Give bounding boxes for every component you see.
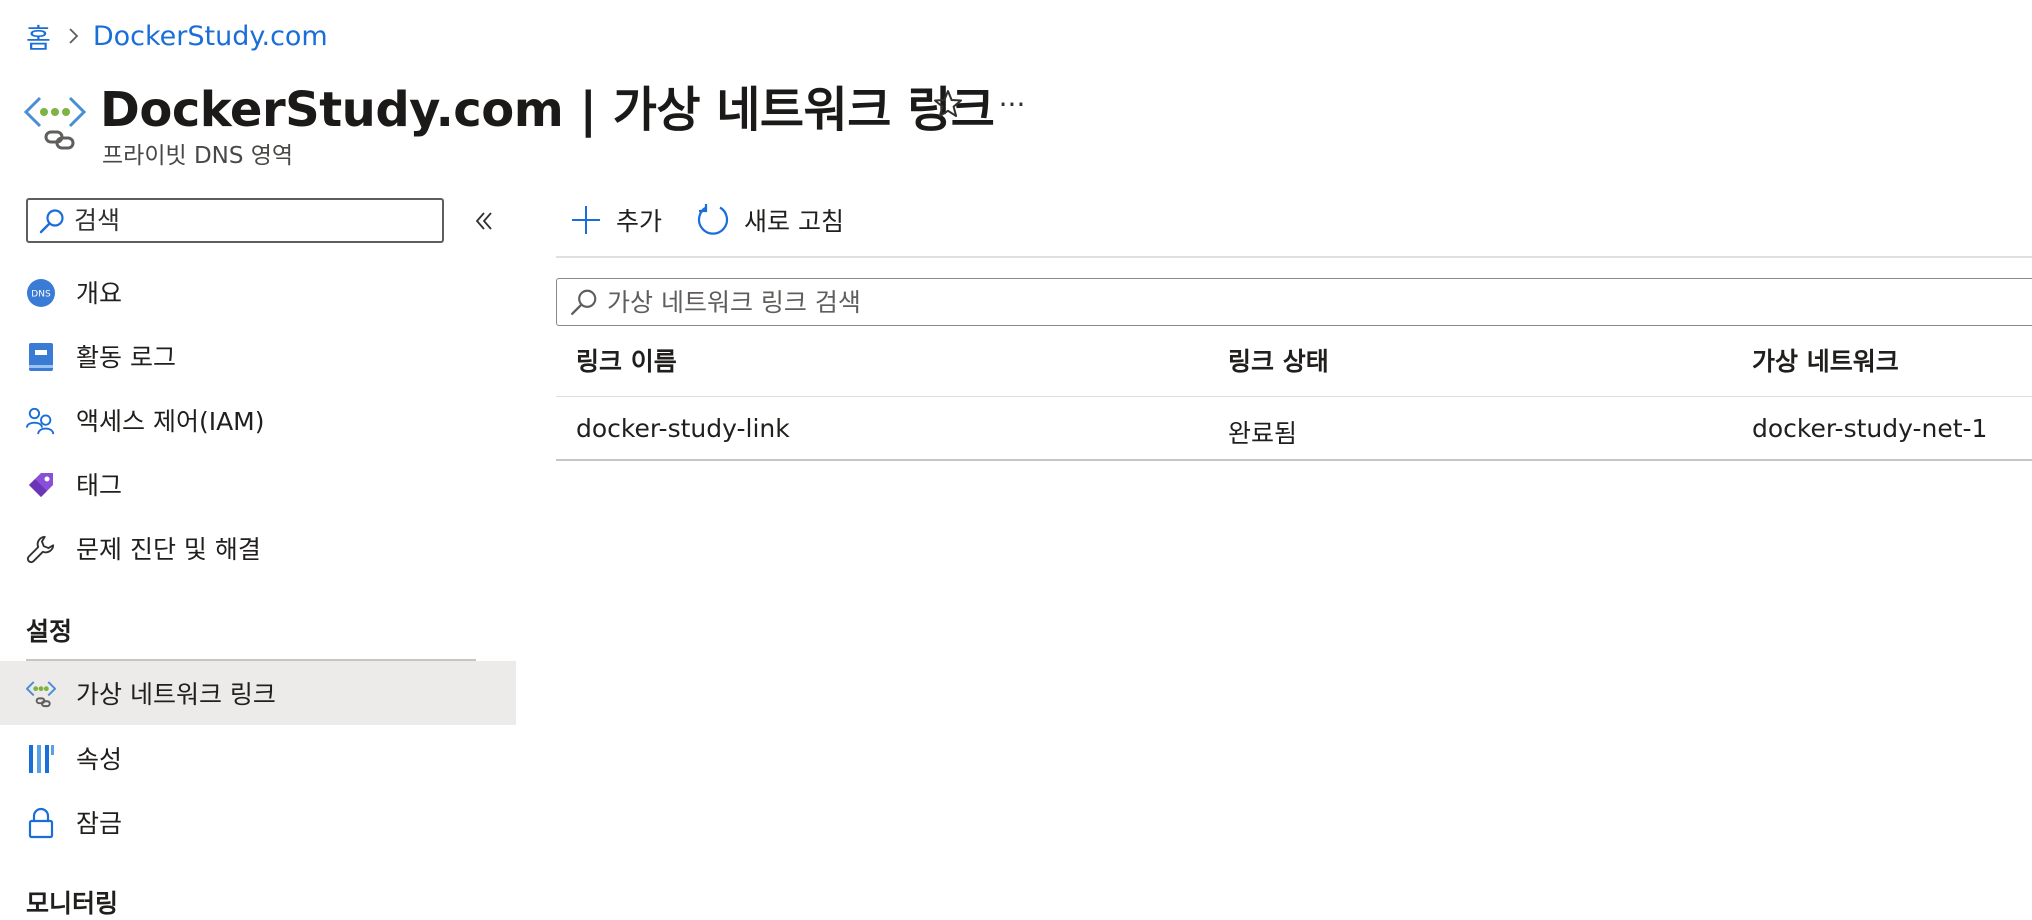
nav-item-label: 개요 bbox=[76, 279, 123, 308]
nav-item-tags[interactable]: 태그 bbox=[0, 452, 516, 516]
nav-item-virtual-network-links[interactable]: 가상 네트워크 링크 bbox=[0, 661, 516, 725]
divider bbox=[556, 459, 2032, 461]
settings-section-header: 설정 bbox=[26, 617, 73, 646]
activity-log-icon bbox=[26, 342, 56, 372]
nav-search-input[interactable] bbox=[72, 205, 436, 236]
lock-icon bbox=[26, 807, 56, 839]
virtual-network-link-icon bbox=[23, 92, 87, 154]
nav-item-label: 액세스 제어(IAM) bbox=[76, 407, 265, 436]
link-search-input[interactable] bbox=[605, 286, 1909, 318]
cell-link-status: 완료됨 bbox=[1228, 419, 1298, 448]
nav-item-label: 활동 로그 bbox=[76, 343, 176, 372]
chevron-right-icon bbox=[67, 27, 79, 45]
nav-item-label: 문제 진단 및 해결 bbox=[76, 535, 261, 564]
refresh-button-label: 새로 고침 bbox=[744, 207, 844, 236]
search-icon bbox=[571, 289, 597, 315]
refresh-icon bbox=[697, 204, 729, 235]
people-icon bbox=[26, 406, 56, 436]
wrench-icon bbox=[26, 534, 56, 564]
refresh-button[interactable]: 새로 고침 bbox=[696, 198, 844, 242]
cell-link-name: docker-study-link bbox=[576, 414, 790, 443]
dns-icon: DNS bbox=[26, 278, 56, 308]
nav-item-label: 태그 bbox=[76, 471, 123, 500]
divider bbox=[556, 396, 2032, 397]
nav-item-label: 잠금 bbox=[76, 809, 123, 838]
add-button-label: 추가 bbox=[616, 207, 663, 236]
link-search-box[interactable] bbox=[556, 278, 2032, 326]
nav-search-box[interactable] bbox=[26, 198, 444, 243]
tag-icon bbox=[26, 470, 56, 500]
nav-item-activity-log[interactable]: 활동 로그 bbox=[0, 324, 516, 388]
more-options-button[interactable]: ··· bbox=[992, 84, 1032, 124]
properties-icon bbox=[26, 744, 56, 774]
monitoring-section-header: 모니터링 bbox=[26, 889, 119, 918]
double-chevron-left-icon bbox=[475, 212, 492, 230]
nav-item-properties[interactable]: 속성 bbox=[0, 726, 516, 790]
column-header-link-status[interactable]: 링크 상태 bbox=[1228, 342, 1329, 378]
search-icon bbox=[39, 208, 64, 233]
breadcrumb: 홈 DockerStudy.com bbox=[26, 16, 328, 56]
breadcrumb-home-link[interactable]: 홈 bbox=[26, 17, 51, 56]
plus-icon bbox=[572, 206, 600, 234]
divider bbox=[556, 256, 2032, 258]
add-button[interactable]: 추가 bbox=[570, 198, 662, 242]
page-title: DockerStudy.com | 가상 네트워크 링크 bbox=[100, 82, 995, 138]
nav-item-access-control[interactable]: 액세스 제어(IAM) bbox=[0, 388, 516, 452]
virtual-network-link-icon bbox=[26, 679, 56, 709]
column-header-link-name[interactable]: 링크 이름 bbox=[576, 342, 677, 378]
star-icon bbox=[934, 90, 962, 117]
column-header-virtual-network[interactable]: 가상 네트워크 bbox=[1752, 342, 1899, 378]
breadcrumb-current-link[interactable]: DockerStudy.com bbox=[93, 21, 328, 52]
nav-item-diagnose[interactable]: 문제 진단 및 해결 bbox=[0, 516, 516, 580]
nav-item-overview[interactable]: DNS 개요 bbox=[0, 260, 516, 324]
collapse-nav-button[interactable] bbox=[468, 204, 500, 238]
page-subtitle: 프라이빗 DNS 영역 bbox=[102, 143, 294, 169]
nav-item-label: 가상 네트워크 링크 bbox=[76, 680, 276, 709]
nav-item-label: 속성 bbox=[76, 745, 123, 774]
favorite-star-button[interactable] bbox=[928, 84, 968, 124]
cell-virtual-network-link[interactable]: docker-study-net-1 bbox=[1752, 414, 1987, 443]
nav-item-locks[interactable]: 잠금 bbox=[0, 790, 516, 854]
svg-text:DNS: DNS bbox=[31, 290, 51, 300]
